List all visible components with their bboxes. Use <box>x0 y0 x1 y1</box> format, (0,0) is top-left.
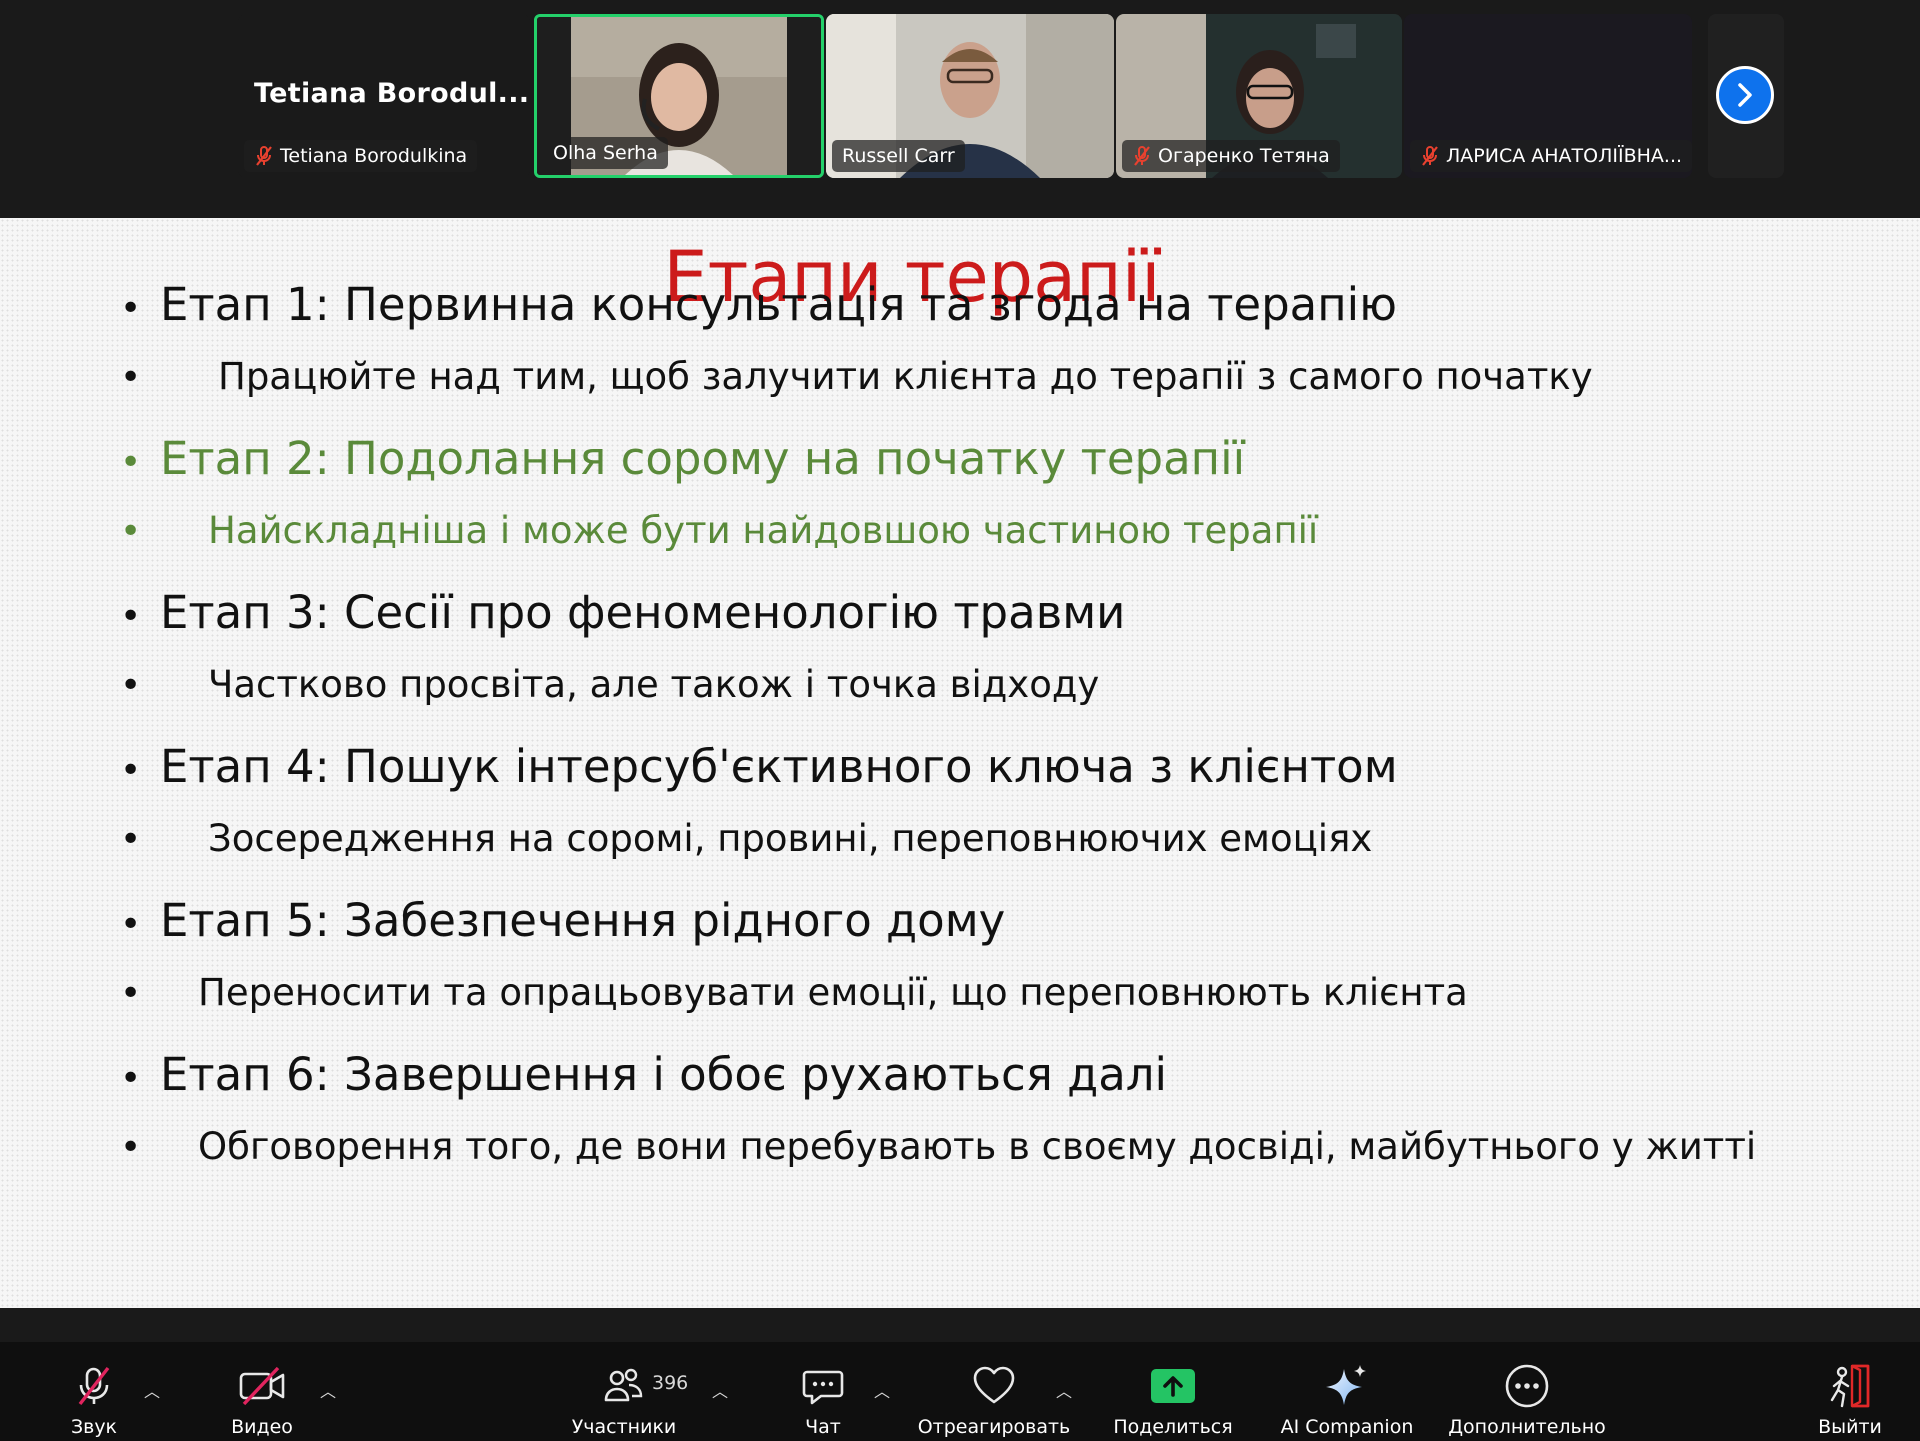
participant-tile-video[interactable]: Russell Carr <box>826 14 1114 178</box>
slide-bullet-detail: • Переносити та опрацьовувати емоції, що … <box>120 971 1468 1014</box>
participant-name: Tetiana Borodulkina <box>280 145 468 167</box>
people-icon <box>600 1362 648 1410</box>
audio-options-caret[interactable]: ︿ <box>144 1378 160 1402</box>
microphone-muted-icon <box>70 1362 118 1410</box>
share-screen-label: Поделиться <box>1113 1416 1233 1438</box>
bullet-text: Етап 6: Завершення і обоє рухаються далі <box>160 1048 1168 1101</box>
participant-name-tag: Tetiana Borodulkina <box>244 140 478 172</box>
sparkle-icon <box>1323 1362 1371 1410</box>
participant-tile-active-speaker[interactable]: Tetiana Borodul... Tetiana Borodulkina <box>238 14 530 178</box>
slide-bullet-detail: • Працюйте над тим, щоб залучити клієнта … <box>120 355 1593 398</box>
audio-label: Звук <box>70 1416 118 1438</box>
audio-button[interactable]: Звук <box>56 1342 132 1441</box>
bullet-dot: • <box>120 288 142 329</box>
participant-name: Olha Serha <box>553 142 658 164</box>
participant-tile-video[interactable]: Огаренко Тетяна <box>1116 14 1402 178</box>
slide-bullet-stage: • Етап 2: Подолання сорому на початку тер… <box>120 432 1245 485</box>
shared-screen-slide: Етапи терапії • Етап 1: Первинна консульт… <box>0 218 1920 1308</box>
chevron-right-icon <box>1738 83 1752 107</box>
chat-button[interactable]: Чат <box>798 1342 848 1441</box>
microphone-muted-icon <box>1420 145 1440 167</box>
bullet-dot: • <box>120 596 142 637</box>
share-screen-button[interactable]: Поделиться <box>1110 1342 1236 1441</box>
more-button[interactable]: Дополнительно <box>1446 1342 1608 1441</box>
bullet-dot: • <box>120 511 142 552</box>
microphone-muted-icon <box>254 145 274 167</box>
next-page-button[interactable] <box>1716 66 1774 124</box>
slide-bullet-detail: • Частково просвіта, але також і точка ві… <box>120 663 1099 706</box>
participant-name: Russell Carr <box>842 145 955 167</box>
chat-options-caret[interactable]: ︿ <box>874 1378 890 1402</box>
bullet-text: Етап 5: Забезпечення рідного дому <box>160 894 1006 947</box>
more-label: Дополнительно <box>1448 1416 1606 1438</box>
video-options-caret[interactable]: ︿ <box>320 1378 336 1402</box>
participant-name-tag: Russell Carr <box>832 140 965 172</box>
ai-companion-button[interactable]: AI Companion <box>1274 1342 1420 1441</box>
react-label: Отреагировать <box>917 1416 1071 1438</box>
bullet-text: Етап 4: Пошук інтерсуб'єктивного ключа з… <box>160 740 1398 793</box>
share-screen-icon <box>1149 1362 1197 1410</box>
chat-icon <box>799 1362 847 1410</box>
bullet-dot: • <box>120 819 142 860</box>
bullet-text: Частково просвіта, але також і точка від… <box>208 663 1100 706</box>
react-options-caret[interactable]: ︿ <box>1056 1378 1072 1402</box>
camera-off-icon <box>238 1362 286 1410</box>
participant-name: Огаренко Тетяна <box>1158 145 1330 167</box>
bullet-text: Зосередження на соромі, провині, перепов… <box>208 817 1373 860</box>
bullet-dot: • <box>120 1058 142 1099</box>
video-label: Видео <box>231 1416 293 1438</box>
chat-label: Чат <box>805 1416 841 1438</box>
slide-bullet-stage: • Етап 6: Завершення і обоє рухаються дал… <box>120 1048 1167 1101</box>
bullet-dot: • <box>120 357 142 398</box>
meeting-toolbar: Звук ︿ Видео ︿ Участники 396 ︿ Чат ︿ Отр… <box>0 1342 1920 1441</box>
participant-name-tag: Olha Serha <box>543 137 668 169</box>
ai-companion-label: AI Companion <box>1280 1416 1414 1438</box>
bullet-dot: • <box>120 1127 142 1168</box>
heart-icon <box>970 1362 1018 1410</box>
bullet-text: Переносити та опрацьовувати емоції, що п… <box>198 971 1468 1014</box>
bullet-text: Обговорення того, де вони перебувають в … <box>198 1125 1757 1168</box>
slide-bullet-stage: • Етап 1: Первинна консультація та згода … <box>120 278 1397 331</box>
slide-bullet-detail: • Найскладніша і може бути найдовшою част… <box>120 509 1318 552</box>
participant-strip: Tetiana Borodul... Tetiana Borodulkina O… <box>0 0 1920 218</box>
participant-tile-video[interactable]: Olha Serha <box>534 14 824 178</box>
video-button[interactable]: Видео <box>222 1342 302 1441</box>
bullet-dot: • <box>120 665 142 706</box>
microphone-muted-icon <box>1132 145 1152 167</box>
bullet-text: Етап 1: Первинна консультація та згода н… <box>160 278 1398 331</box>
participant-name-tag: ЛАРИСА АНАТОЛІЇВНА... <box>1410 140 1692 172</box>
leave-icon <box>1826 1362 1874 1410</box>
bullet-dot: • <box>120 442 142 483</box>
bullet-text: Найскладніша і може бути найдовшою части… <box>208 509 1319 552</box>
bullet-text: Працюйте над тим, щоб залучити клієнта д… <box>218 355 1593 398</box>
slide-bullet-stage: • Етап 3: Сесії про феноменологію травми <box>120 586 1125 639</box>
slide-bullet-stage: • Етап 4: Пошук інтерсуб'єктивного ключа … <box>120 740 1398 793</box>
leave-label: Выйти <box>1818 1416 1882 1438</box>
slide-bullet-stage: • Етап 5: Забезпечення рідного дому <box>120 894 1005 947</box>
more-icon <box>1503 1362 1551 1410</box>
slide-bullet-detail: • Зосередження на соромі, провині, перепо… <box>120 817 1372 860</box>
bullet-dot: • <box>120 973 142 1014</box>
participant-tile-no-video[interactable]: ЛАРИСА АНАТОЛІЇВНА... <box>1404 14 1692 178</box>
bullet-text: Етап 2: Подолання сорому на початку тера… <box>160 432 1246 485</box>
slide-bullet-detail: • Обговорення того, де вони перебувають в… <box>120 1125 1756 1168</box>
bullet-dot: • <box>120 750 142 791</box>
react-button[interactable]: Отреагировать <box>914 1342 1074 1441</box>
participants-options-caret[interactable]: ︿ <box>712 1378 728 1402</box>
participant-count: 396 <box>652 1372 689 1394</box>
participant-name: ЛАРИСА АНАТОЛІЇВНА... <box>1446 145 1683 167</box>
bullet-text: Етап 3: Сесії про феноменологію травми <box>160 586 1126 639</box>
leave-button[interactable]: Выйти <box>1812 1342 1888 1441</box>
bullet-dot: • <box>120 904 142 945</box>
participants-label: Участники <box>571 1416 677 1438</box>
active-speaker-name: Tetiana Borodul... <box>254 78 530 109</box>
participant-name-tag: Огаренко Тетяна <box>1122 140 1340 172</box>
